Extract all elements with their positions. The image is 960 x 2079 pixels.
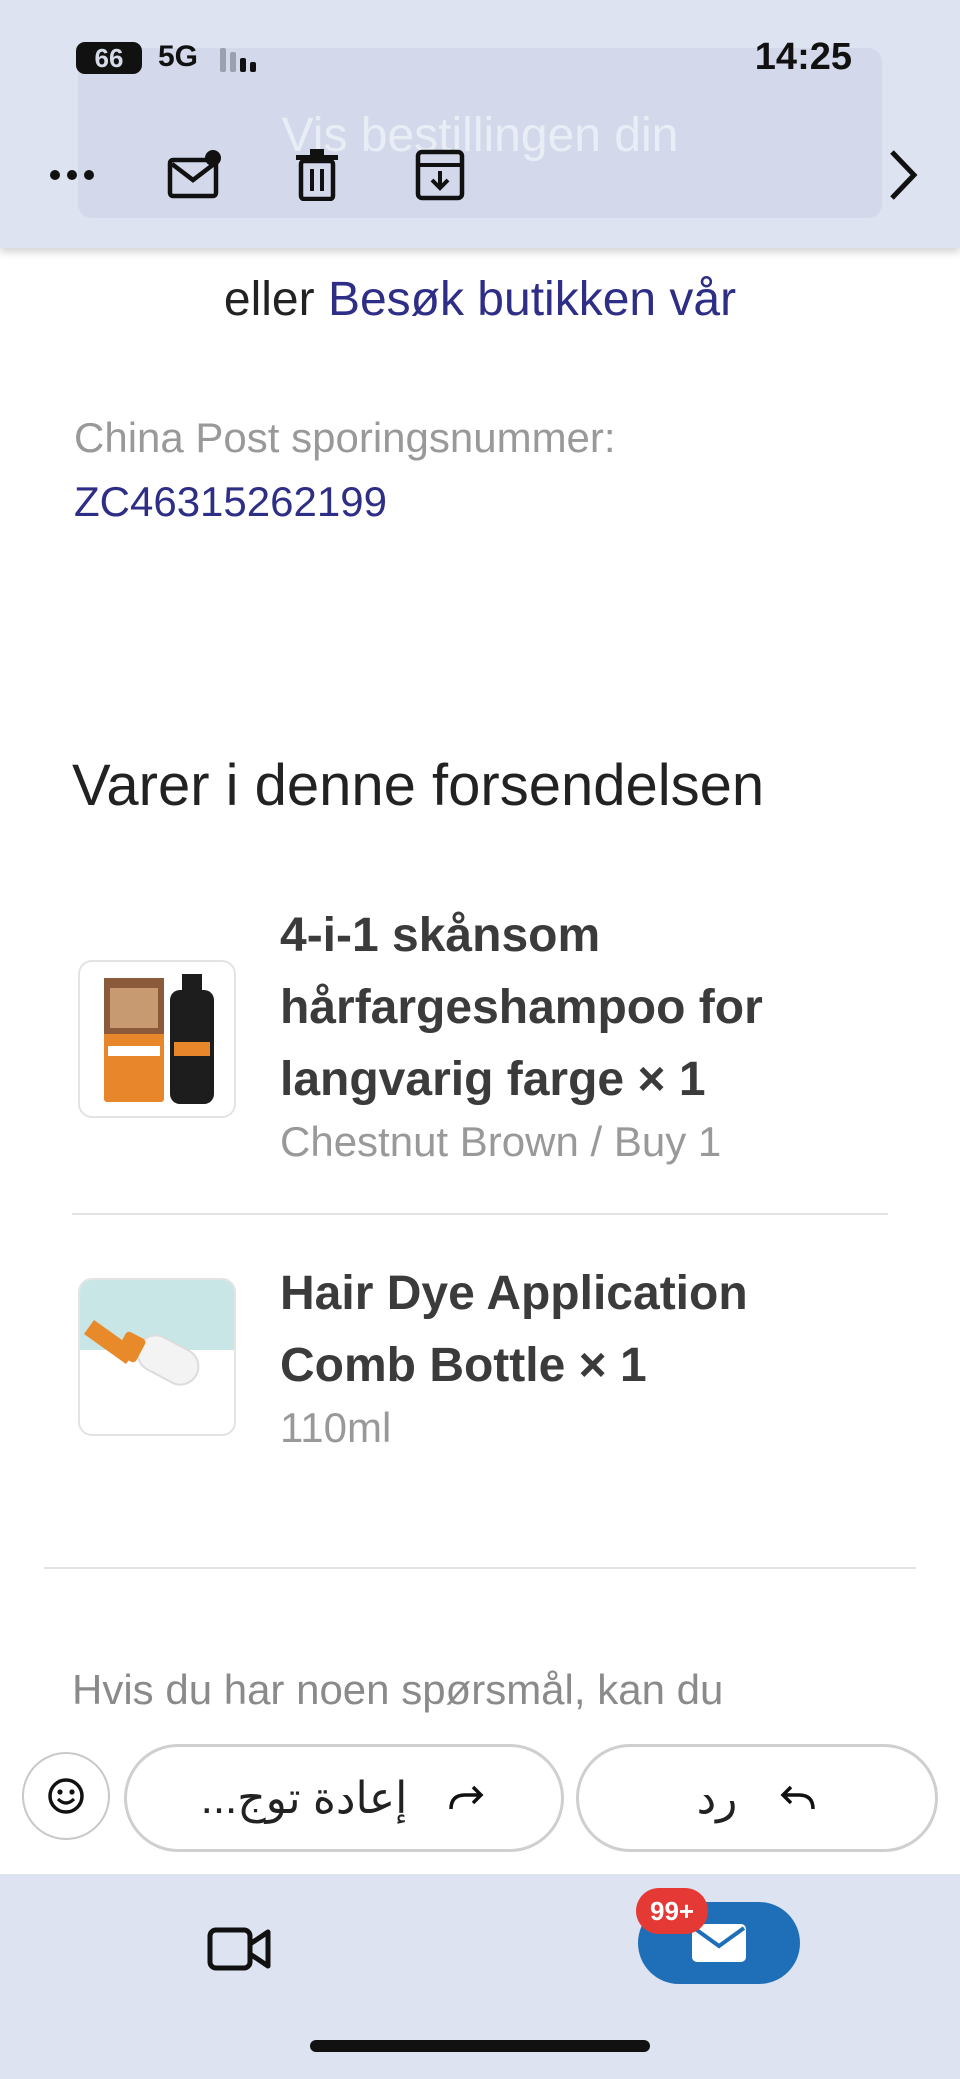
item-divider <box>72 1213 888 1215</box>
smiley-icon <box>48 1778 84 1814</box>
unread-badge: 99+ <box>636 1888 709 1934</box>
clock: 14:25 <box>754 36 852 78</box>
item-variant: 110ml <box>280 1404 392 1451</box>
section-title: Varer i denne forsendelsen <box>72 753 765 818</box>
reply-label: رد <box>696 1773 738 1823</box>
list-item[interactable]: Hair Dye Application Comb Bottle × 1 110… <box>72 1258 888 1458</box>
bottom-nav: 99+ <box>0 1874 960 2079</box>
visit-store-link[interactable]: Besøk butikken vår <box>328 273 736 326</box>
product-image <box>78 960 236 1118</box>
item-title: Hair Dye Application Comb Bottle × 1 <box>280 1267 748 1392</box>
item-title: 4-i-1 skånsom hårfargeshampoo for langva… <box>280 909 763 1106</box>
ellipsis-icon[interactable] <box>40 140 104 210</box>
forward-label: إعادة توج... <box>200 1773 408 1823</box>
network-type: 5G <box>158 40 199 73</box>
chevron-right-icon[interactable] <box>878 140 928 210</box>
mail-unread-icon[interactable] <box>164 140 226 210</box>
video-call-icon[interactable] <box>204 1914 274 1984</box>
section-divider <box>44 1567 916 1569</box>
forward-button[interactable]: إعادة توج... <box>124 1744 564 1852</box>
archive-icon[interactable] <box>410 140 470 210</box>
signal-icon <box>220 48 256 72</box>
reply-button[interactable]: رد <box>576 1744 938 1852</box>
tracking-label: China Post sporingsnummer: <box>74 414 616 461</box>
tracking-number-link[interactable]: ZC46315262199 <box>74 478 387 526</box>
list-item[interactable]: 4-i-1 skånsom hårfargeshampoo for langva… <box>72 900 888 1180</box>
visit-store-line: eller Besøk butikken vår <box>0 272 960 327</box>
product-image <box>78 1278 236 1436</box>
emoji-button[interactable] <box>22 1752 110 1840</box>
email-toolbar <box>0 140 960 210</box>
battery-indicator: 66 <box>76 42 142 74</box>
forward-arrow-icon <box>449 1785 484 1810</box>
home-indicator <box>310 2040 650 2052</box>
question-text: Hvis du har noen spørsmål, kan du <box>72 1666 724 1713</box>
item-variant: Chestnut Brown / Buy 1 <box>280 1118 722 1165</box>
reply-arrow-icon <box>780 1785 816 1810</box>
status-bar: 66 5G 14:25 <box>0 0 960 110</box>
visit-prefix: eller <box>223 273 315 326</box>
trash-icon[interactable] <box>288 140 346 210</box>
email-header-bar: Vis bestillingen din 66 5G 14:25 <box>0 0 960 248</box>
